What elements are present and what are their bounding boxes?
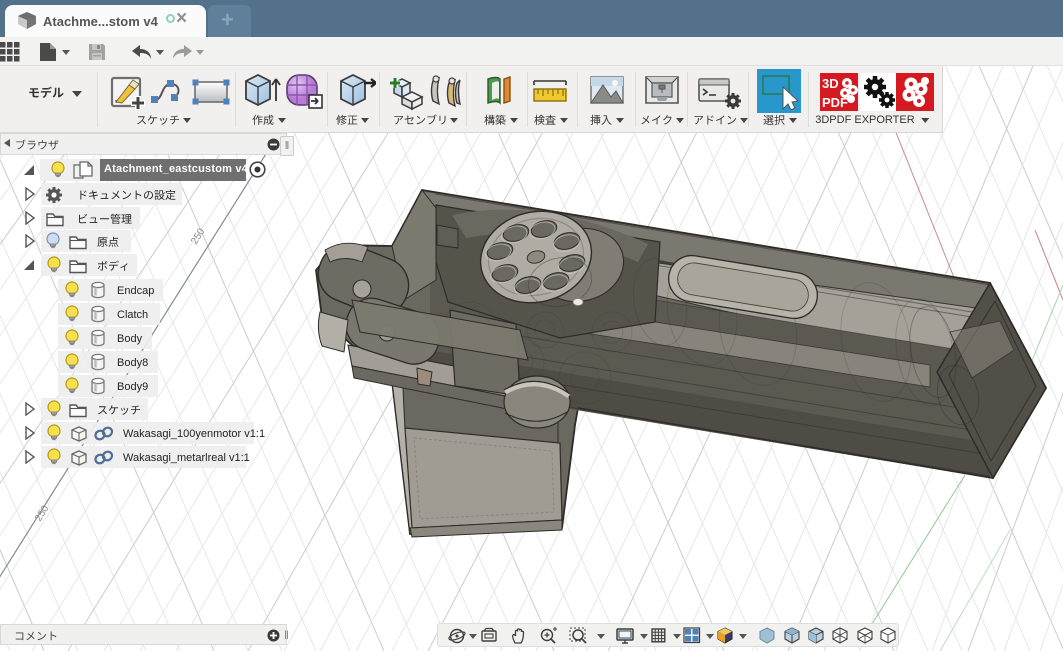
svg-text:250: 250 (189, 226, 207, 246)
svg-text:3D: 3D (822, 76, 839, 91)
